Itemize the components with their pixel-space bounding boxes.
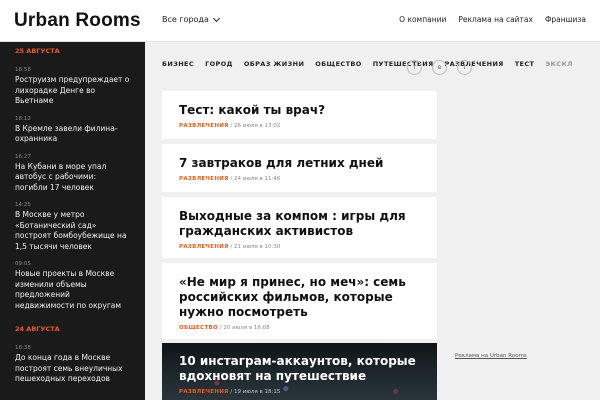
advertise-link[interactable]: Реклама на Urban Rooms xyxy=(455,353,527,359)
article-date: / 24 июля в 11:46 xyxy=(230,176,281,182)
news-title[interactable]: На Кубани в море упал автобус с рабочими… xyxy=(15,162,130,194)
article-category[interactable]: РАЗВЛЕЧЕНИЯ xyxy=(179,389,229,395)
article-meta: РАЗВЛЕЧЕНИЯ / 24 июля в 11:46 xyxy=(179,176,420,182)
article-title[interactable]: 10 инстаграм-аккаунтов, которые вдохновя… xyxy=(179,354,420,384)
article-card[interactable]: Выходные за компом : игры для граждански… xyxy=(162,197,437,258)
chevron-down-icon xyxy=(212,14,220,22)
article-meta: ОБЩЕСТВО / 20 июля в 16:08 xyxy=(179,325,420,331)
article-meta: РАЗВЛЕЧЕНИЯ / 26 июля в 13:02 xyxy=(179,123,420,129)
article-card-featured[interactable]: 10 инстаграм-аккаунтов, которые вдохновя… xyxy=(162,343,437,400)
category-bar: БИЗНЕС ГОРОД ОБРАЗ ЖИЗНИ ОБЩЕСТВО ПУТЕШЕ… xyxy=(145,42,600,88)
article-category[interactable]: ОБЩЕСТВО xyxy=(179,325,218,331)
article-category[interactable]: РАЗВЛЕЧЕНИЯ xyxy=(179,123,229,129)
article-date: / 20 июля в 16:08 xyxy=(219,325,270,331)
news-title[interactable]: В Кремле завели филина-охранника xyxy=(15,124,130,145)
category-society[interactable]: ОБЩЕСТВО xyxy=(315,60,361,68)
facebook-icon[interactable]: f xyxy=(407,60,422,75)
vk-icon[interactable]: в xyxy=(432,60,447,75)
site-header: Urban Rooms Все города О компании Реклам… xyxy=(0,0,600,42)
news-time: 16:27 xyxy=(15,153,31,160)
top-nav: О компании Реклама на сайтах Франшиза xyxy=(399,15,586,24)
news-item[interactable]: 16:27 На Кубани в море упал автобус с ра… xyxy=(0,154,145,194)
news-title[interactable]: Роструизм предупреждает о лихорадке Денг… xyxy=(15,75,130,107)
article-meta: РАЗВЛЕЧЕНИЯ / 21 июля в 10:30 xyxy=(179,244,420,250)
category-test[interactable]: ТЕСТ xyxy=(515,60,535,68)
news-title[interactable]: Новые проекты в Москве изменили объемы п… xyxy=(15,269,130,311)
nav-link-about[interactable]: О компании xyxy=(399,15,446,24)
social-links: f в t xyxy=(407,60,472,75)
date-heading: 24 АВГУСТА xyxy=(15,325,60,333)
article-title[interactable]: Тест: какой ты врач? xyxy=(179,103,420,118)
news-item[interactable]: 09:05 Новые проекты в Москве изменили об… xyxy=(0,261,145,311)
news-feed-sidebar: 25 АВГУСТА 18:58 Роструизм предупреждает… xyxy=(0,42,145,400)
article-title[interactable]: «Не мир я принес, но меч»: семь российск… xyxy=(179,275,420,320)
article-date: / 19 июля в 18:15 xyxy=(230,389,281,395)
news-item[interactable]: 18:58 Роструизм предупреждает о лихорадк… xyxy=(0,67,145,107)
news-time: 18:58 xyxy=(15,67,31,73)
category-lifestyle[interactable]: ОБРАЗ ЖИЗНИ xyxy=(244,60,304,68)
article-category[interactable]: РАЗВЛЕЧЕНИЯ xyxy=(179,244,229,250)
article-date: / 21 июля в 10:30 xyxy=(230,244,281,250)
category-city[interactable]: ГОРОД xyxy=(205,60,233,68)
news-item[interactable]: 14:25 В Москве у метро «Ботанический сад… xyxy=(0,202,145,252)
nav-link-advertising[interactable]: Реклама на сайтах xyxy=(458,15,533,24)
news-item[interactable]: 18:12 В Кремле завели филина-охранника xyxy=(0,116,145,145)
news-title[interactable]: До конца года в Москве построят семь вне… xyxy=(15,353,130,385)
article-card[interactable]: Тест: какой ты врач? РАЗВЛЕЧЕНИЯ / 26 ию… xyxy=(162,91,437,139)
news-title[interactable]: В Москве у метро «Ботанический сад» пост… xyxy=(15,210,130,252)
article-title[interactable]: Выходные за компом : игры для граждански… xyxy=(179,209,420,239)
article-meta: РАЗВЛЕЧЕНИЯ / 19 июля в 18:15 xyxy=(179,389,420,395)
site-logo[interactable]: Urban Rooms xyxy=(14,10,141,32)
twitter-icon[interactable]: t xyxy=(457,60,472,75)
article-title[interactable]: 7 завтраков для летних дней xyxy=(179,156,420,171)
category-business[interactable]: БИЗНЕС xyxy=(162,60,194,68)
news-item[interactable]: 18:38 До конца года в Москве построят се… xyxy=(0,345,145,385)
article-card[interactable]: «Не мир я принес, но меч»: семь российск… xyxy=(162,263,437,339)
news-time: 18:38 xyxy=(15,345,31,351)
nav-link-franchise[interactable]: Франшиза xyxy=(545,15,586,24)
category-nav: БИЗНЕС ГОРОД ОБРАЗ ЖИЗНИ ОБЩЕСТВО ПУТЕШЕ… xyxy=(162,60,573,68)
city-selector-label: Все города xyxy=(162,15,209,24)
news-time: 09:05 xyxy=(15,261,31,267)
news-time: 18:12 xyxy=(15,115,31,122)
category-exclusive[interactable]: ЭКСКЛ xyxy=(545,60,573,68)
news-time: 14:25 xyxy=(15,202,31,208)
article-card[interactable]: 7 завтраков для летних дней РАЗВЛЕЧЕНИЯ … xyxy=(162,144,437,192)
article-category[interactable]: РАЗВЛЕЧЕНИЯ xyxy=(179,176,229,182)
date-heading: 25 АВГУСТА xyxy=(15,47,60,55)
article-date: / 26 июля в 13:02 xyxy=(230,123,281,129)
city-selector[interactable]: Все города xyxy=(162,14,220,24)
